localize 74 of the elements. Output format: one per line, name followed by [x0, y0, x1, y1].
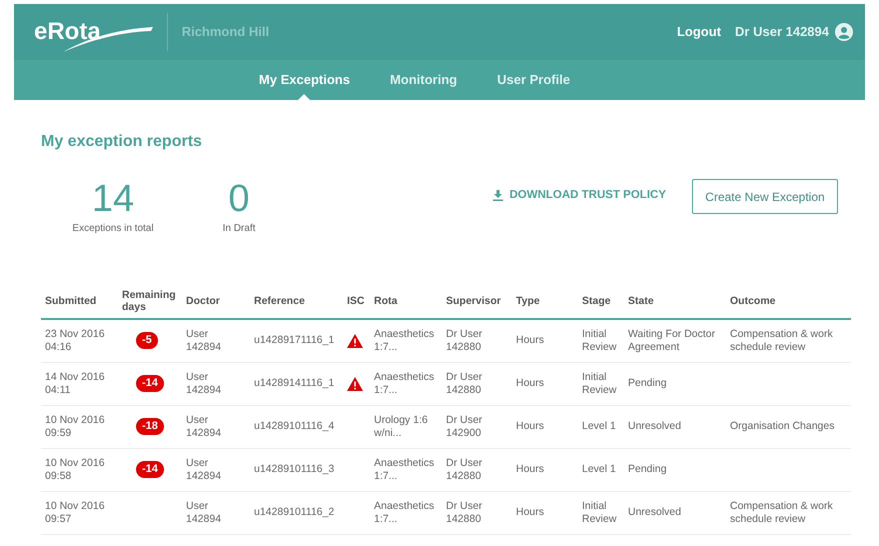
- table-cell: Unresolved: [628, 420, 682, 433]
- table-cell: Compensation & work schedule review: [730, 328, 833, 354]
- table-cell: Urology 1:6 w/ni...: [374, 414, 428, 440]
- days-badge: -18: [136, 418, 164, 435]
- table-cell: Organisation Changes: [730, 420, 834, 433]
- table-cell: Anaesthetics 1:7...: [374, 500, 434, 526]
- table-cell: 14 Nov 2016 04:11: [45, 370, 105, 396]
- table-cell: Dr User 142880: [446, 370, 482, 396]
- table-cell: Anaesthetics 1:7...: [374, 370, 434, 396]
- column-header: Doctor: [186, 294, 220, 306]
- table-cell: Pending: [628, 463, 667, 476]
- days-badge: -14: [136, 461, 164, 478]
- days-badge: -14: [136, 375, 164, 392]
- table-cell: u14289101116_4: [254, 420, 334, 433]
- table-cell: Dr User 142880: [446, 500, 482, 526]
- nav-tab[interactable]: Monitoring: [380, 60, 468, 100]
- table-cell: Initial Review: [582, 370, 616, 396]
- table-cell: Pending: [628, 377, 667, 390]
- table-cell: Compensation & work schedule review: [730, 500, 833, 526]
- table-cell: Waiting For Doctor Agreement: [628, 328, 716, 354]
- table-cell: Hours: [516, 420, 544, 433]
- table-cell: User 142894: [186, 456, 222, 482]
- table-cell: Hours: [516, 463, 544, 476]
- download-icon: [493, 190, 504, 202]
- column-header: Outcome: [730, 294, 776, 306]
- stat-label: In Draft: [222, 222, 256, 236]
- column-header: State: [628, 294, 654, 306]
- table-cell: User 142894: [186, 414, 222, 440]
- table-cell: Dr User 142900: [446, 414, 482, 440]
- table-cell: Initial Review: [582, 328, 616, 354]
- user-icon[interactable]: [835, 23, 853, 41]
- page-title: My exception reports: [41, 132, 203, 152]
- days-badge: -5: [136, 332, 158, 350]
- column-header: Type: [516, 294, 540, 306]
- table-cell: User 142894: [186, 500, 222, 526]
- table-cell: Level 1: [582, 463, 616, 476]
- table-cell: Unresolved: [628, 506, 682, 519]
- nav-tab[interactable]: User Profile: [487, 60, 580, 100]
- table-cell: 10 Nov 2016 09:58: [45, 456, 105, 482]
- create-exception-button[interactable]: Create New Exception: [692, 179, 838, 214]
- table-cell: 23 Nov 2016 04:16: [45, 328, 105, 354]
- column-header: Reference: [254, 294, 305, 306]
- table-cell: Dr User 142880: [446, 328, 482, 354]
- table-cell: Hours: [516, 506, 544, 519]
- table-cell: Anaesthetics 1:7...: [374, 328, 434, 354]
- table-cell: Dr User 142880: [446, 456, 482, 482]
- logo[interactable]: eRota: [34, 14, 101, 50]
- table-cell: Hours: [516, 377, 544, 390]
- column-header: ISC: [347, 294, 365, 306]
- table-cell: 10 Nov 2016 09:57: [45, 500, 105, 526]
- table-cell: u14289171116_1: [254, 334, 334, 348]
- stat-value: 14: [92, 179, 134, 219]
- table-cell: User 142894: [186, 370, 222, 396]
- column-header: Stage: [582, 294, 611, 306]
- table-cell: u14289141116_1: [254, 377, 334, 390]
- site-name: Richmond Hill: [182, 23, 270, 42]
- column-header: Rota: [374, 294, 398, 306]
- stat-value: 0: [228, 179, 250, 219]
- table-cell: User 142894: [186, 328, 222, 354]
- column-header: Submitted: [45, 294, 96, 306]
- table-cell: Anaesthetics 1:7...: [374, 456, 434, 482]
- table-cell: Level 1: [582, 420, 616, 433]
- user-name[interactable]: Dr User 142894: [735, 22, 829, 42]
- table-cell: u14289101116_3: [254, 463, 334, 476]
- download-link[interactable]: DOWNLOAD TRUST POLICY: [493, 187, 666, 204]
- stat-label: Exceptions in total: [72, 222, 154, 236]
- table-cell: Hours: [516, 334, 544, 348]
- table-cell: 10 Nov 2016 09:59: [45, 414, 105, 440]
- logout-link[interactable]: Logout: [676, 22, 722, 42]
- table-cell: u14289101116_2: [254, 506, 334, 519]
- column-header: Remaining days: [122, 288, 177, 312]
- table-cell: Initial Review: [582, 500, 616, 526]
- column-header: Supervisor: [446, 294, 501, 306]
- nav-tab[interactable]: My Exceptions: [248, 60, 360, 100]
